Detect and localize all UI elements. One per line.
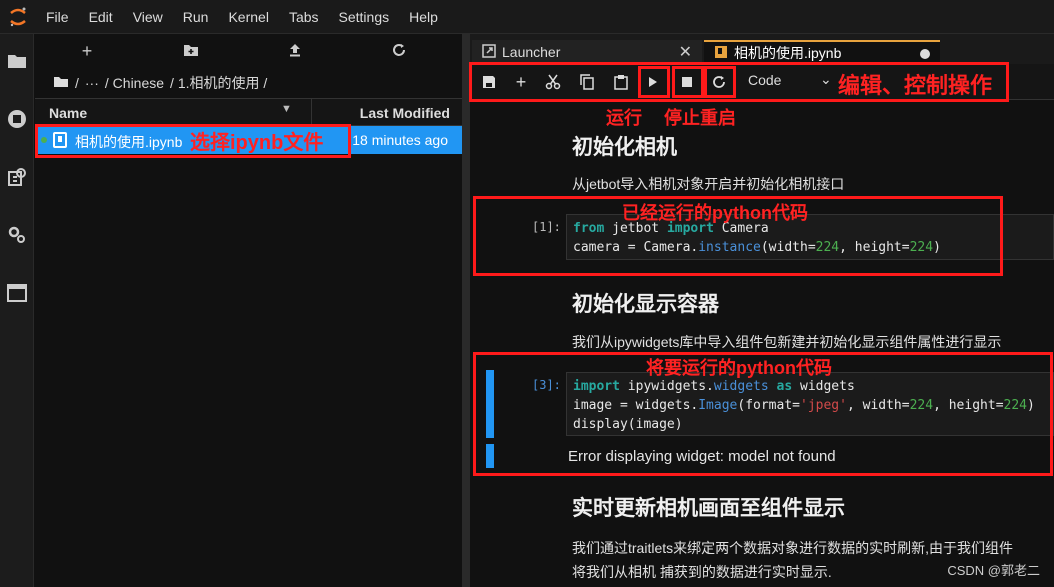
file-list-header: Name ▼ Last Modified xyxy=(35,98,462,127)
annotation-select-file: 选择ipynb文件 xyxy=(190,132,324,154)
unsaved-indicator-icon[interactable] xyxy=(920,49,930,59)
menu-settings[interactable]: Settings xyxy=(329,0,400,34)
notebook-content: 初始化相机 从jetbot导入相机对象开启并初始化相机接口 [1]: from … xyxy=(470,100,1054,587)
jupyter-logo-icon xyxy=(0,0,36,34)
file-browser-toolbar: + xyxy=(35,34,462,68)
annotation-run: 运行 xyxy=(606,108,642,128)
tab-notebook[interactable]: 相机的使用.ipynb xyxy=(704,40,940,64)
breadcrumb-chinese[interactable]: / Chinese xyxy=(105,75,164,91)
annotation-edit-control: 编辑、控制操作 xyxy=(838,73,993,98)
menu-edit[interactable]: Edit xyxy=(79,0,123,34)
menu-bar: File Edit View Run Kernel Tabs Settings … xyxy=(0,0,1054,34)
new-launcher-button[interactable]: + xyxy=(35,41,139,62)
tab-notebook-label: 相机的使用.ipynb xyxy=(734,45,842,61)
column-divider[interactable] xyxy=(311,99,312,127)
paragraph-container: 我们从ipywidgets库中导入组件包新建并初始化显示组件属性进行显示 xyxy=(572,334,1002,350)
menu-help[interactable]: Help xyxy=(399,0,448,34)
upload-button[interactable] xyxy=(243,41,347,62)
activity-bar xyxy=(0,34,34,587)
menu-file[interactable]: File xyxy=(36,0,79,34)
launcher-icon xyxy=(482,43,496,61)
annotation-box-run xyxy=(638,66,670,98)
menu-kernel[interactable]: Kernel xyxy=(218,0,278,34)
refresh-button[interactable] xyxy=(347,41,451,62)
heading-realtime: 实时更新相机画面至组件显示 xyxy=(572,497,845,520)
file-browser: + / ··· / Chinese / 1.相机的使用 / Name ▼ Las… xyxy=(35,34,462,587)
notebook-tab-icon xyxy=(714,45,728,62)
tab-launcher-label: Launcher xyxy=(502,44,561,60)
file-modified: 18 minutes ago xyxy=(352,132,448,148)
tabs-panel-icon[interactable] xyxy=(6,282,28,304)
breadcrumb-ellipsis[interactable]: ··· xyxy=(85,75,99,91)
breadcrumb: / ··· / Chinese / 1.相机的使用 / xyxy=(35,68,462,98)
paragraph-realtime-1: 我们通过traitlets来绑定两个数据对象进行数据的实时刷新,由于我们组件 xyxy=(572,540,1014,556)
annotation-to-run-code: 将要运行的python代码 xyxy=(646,358,832,378)
column-name[interactable]: Name xyxy=(49,105,87,121)
settings-gears-icon[interactable] xyxy=(6,224,28,246)
annotation-stop-restart: 停止重启 xyxy=(664,108,736,128)
menu-tabs[interactable]: Tabs xyxy=(279,0,329,34)
breadcrumb-root[interactable]: / xyxy=(75,75,79,91)
panel-splitter[interactable] xyxy=(462,34,470,587)
command-palette-icon[interactable] xyxy=(6,166,28,188)
annotation-executed-code: 已经运行的python代码 xyxy=(622,203,808,223)
menu-view[interactable]: View xyxy=(123,0,173,34)
column-last-modified[interactable]: Last Modified xyxy=(360,105,450,121)
paragraph-realtime-2: 将我们从相机 捕获到的数据进行实时显示. xyxy=(572,564,832,580)
tab-bar: Launcher ✕ 相机的使用.ipynb xyxy=(470,34,1054,64)
breadcrumb-current[interactable]: / 1.相机的使用 / xyxy=(170,73,267,93)
menu-run[interactable]: Run xyxy=(173,0,219,34)
breadcrumb-folder-icon[interactable] xyxy=(53,75,69,91)
heading-init-container: 初始化显示容器 xyxy=(572,293,719,316)
annotation-box-stop xyxy=(672,66,704,98)
annotation-box-restart xyxy=(704,66,736,98)
tab-launcher[interactable]: Launcher ✕ xyxy=(472,40,702,64)
close-icon[interactable]: ✕ xyxy=(679,42,692,62)
heading-init-camera: 初始化相机 xyxy=(572,136,677,159)
running-kernels-icon[interactable] xyxy=(6,108,28,130)
folder-icon[interactable] xyxy=(6,50,28,72)
sort-down-icon[interactable]: ▼ xyxy=(281,103,292,115)
watermark: CSDN @郭老二 xyxy=(947,563,1040,578)
new-folder-button[interactable] xyxy=(139,41,243,62)
notebook-panel: Launcher ✕ 相机的使用.ipynb + Code ⌄ 初始化相机 从j… xyxy=(470,34,1054,587)
paragraph-camera: 从jetbot导入相机对象开启并初始化相机接口 xyxy=(572,176,845,192)
